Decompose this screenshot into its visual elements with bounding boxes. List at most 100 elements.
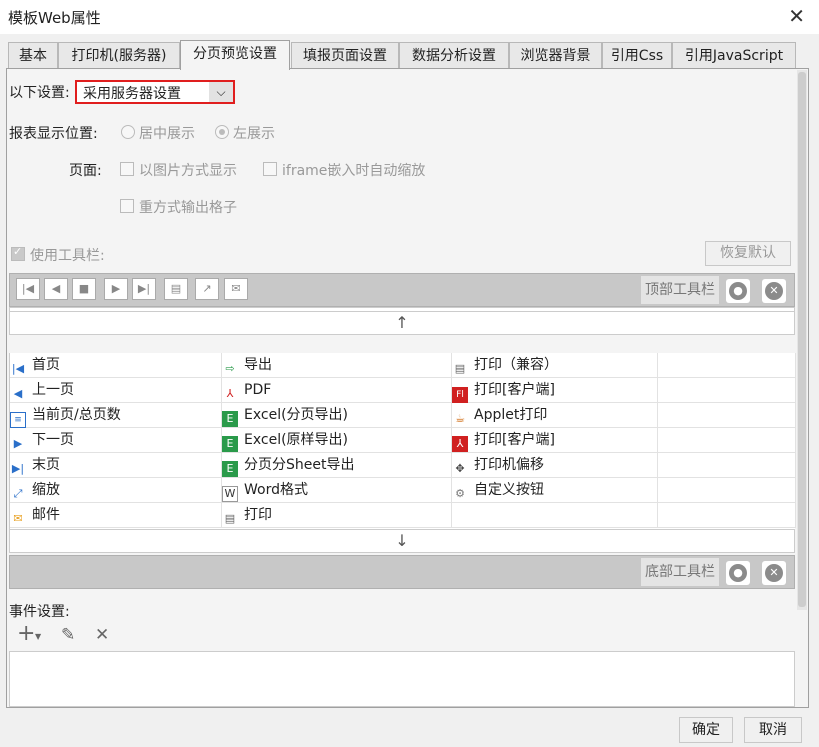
list-item-empty: [658, 478, 796, 503]
list-item[interactable]: E Excel(分页导出): [222, 403, 452, 428]
next-page-icon[interactable]: ▶: [104, 278, 128, 300]
list-item-label: 导出: [244, 357, 272, 373]
scrollbar-thumb[interactable]: [798, 72, 806, 607]
top-toolbar: |◀ ◀ ■ ▶ ▶| ▤ ↗ ✉ 顶部工具栏 ● ✕: [9, 273, 795, 307]
checkbox-use-toolbar[interactable]: 使用工具栏:: [11, 245, 105, 265]
print-icon[interactable]: ▤: [164, 278, 188, 300]
export-icon: ⇨: [225, 362, 235, 375]
top-toolbar-label: 顶部工具栏: [641, 276, 719, 304]
export-icon[interactable]: ↗: [195, 278, 219, 300]
settings-label: 以下设置:: [9, 85, 70, 101]
edit-icon[interactable]: ✎: [61, 625, 75, 645]
radio-left-label: 左展示: [233, 126, 275, 142]
mail-icon: ✉: [13, 512, 23, 525]
prev-page-icon: ◀: [13, 387, 23, 400]
mail-icon[interactable]: ✉: [224, 278, 248, 300]
tab-printer-server[interactable]: 打印机(服务器): [58, 42, 180, 68]
checkbox-box: [11, 245, 25, 261]
list-item-label: PDF: [244, 382, 272, 398]
checkbox-iframe-zoom[interactable]: iframe嵌入时自动缩放: [263, 160, 425, 180]
checkbox-image-display-label: 以图片方式显示: [139, 163, 237, 179]
events-label: 事件设置:: [9, 604, 70, 620]
tab-basic[interactable]: 基本: [8, 42, 58, 68]
list-item[interactable]: ◀ 上一页: [10, 378, 222, 403]
chevron-down-icon[interactable]: ▼: [35, 632, 41, 641]
list-item-label: 打印[客户端]: [474, 382, 555, 398]
ok-button[interactable]: 确定: [679, 717, 733, 743]
list-item-label: 首页: [32, 357, 60, 373]
page-count-icon: ≡: [10, 412, 26, 428]
list-item[interactable]: |◀ 首页: [10, 353, 222, 378]
list-item[interactable]: W Word格式: [222, 478, 452, 503]
tab-pagination-preview[interactable]: 分页预览设置: [180, 40, 290, 70]
list-item[interactable]: ⅄ PDF: [222, 378, 452, 403]
top-toolbar-clear-button[interactable]: ✕: [762, 279, 786, 303]
checkbox-heavy-output-label: 重方式输出格子: [139, 200, 237, 216]
radio-center[interactable]: 居中展示: [121, 123, 195, 143]
gear-icon: ●: [729, 564, 747, 582]
close-icon[interactable]: ✕: [788, 4, 805, 28]
flash-print-icon: Fl: [452, 387, 468, 403]
stop-icon[interactable]: ■: [72, 278, 96, 300]
cancel-button[interactable]: 取消: [744, 717, 802, 743]
list-item[interactable]: ✥ 打印机偏移: [452, 453, 658, 478]
close-circle-icon: ✕: [765, 564, 783, 582]
pdf-print-icon: ⅄: [452, 436, 468, 452]
tab-css[interactable]: 引用Css: [602, 42, 672, 68]
tab-fill-page[interactable]: 填报页面设置: [291, 42, 399, 68]
close-circle-icon: ✕: [765, 282, 783, 300]
tab-browser-background[interactable]: 浏览器背景: [509, 42, 602, 68]
tab-javascript[interactable]: 引用JavaScript: [672, 42, 796, 68]
list-item[interactable]: E 分页分Sheet导出: [222, 453, 452, 478]
window-title: 模板Web属性: [8, 9, 101, 27]
bottom-toolbar-settings-button[interactable]: ●: [726, 561, 750, 585]
events-list[interactable]: [9, 651, 795, 707]
first-page-icon[interactable]: |◀: [16, 278, 40, 300]
add-icon[interactable]: +: [17, 621, 35, 646]
move-down-button[interactable]: ↓: [9, 529, 795, 553]
list-item[interactable]: ⚙ 自定义按钮: [452, 478, 658, 503]
page-label: 页面:: [69, 163, 102, 179]
list-item[interactable]: ▤ 打印（兼容）: [452, 353, 658, 378]
list-item[interactable]: E Excel(原样导出): [222, 428, 452, 453]
list-item-empty: [658, 428, 796, 453]
checkbox-image-display[interactable]: 以图片方式显示: [120, 160, 237, 180]
delete-icon[interactable]: ✕: [95, 625, 109, 645]
list-item[interactable]: ▤ 打印: [222, 503, 452, 528]
checkbox-heavy-output[interactable]: 重方式输出格子: [120, 197, 237, 217]
settings-select[interactable]: 采用服务器设置 ⌵: [75, 80, 235, 104]
bottom-toolbar: 底部工具栏 ● ✕: [9, 555, 795, 589]
bottom-toolbar-clear-button[interactable]: ✕: [762, 561, 786, 585]
list-item-label: Excel(分页导出): [244, 407, 349, 423]
radio-left[interactable]: 左展示: [215, 123, 275, 143]
tab-data-analysis[interactable]: 数据分析设置: [399, 42, 509, 68]
prev-page-icon[interactable]: ◀: [44, 278, 68, 300]
list-item[interactable]: Fl 打印[客户端]: [452, 378, 658, 403]
list-item-empty: [658, 503, 796, 528]
list-item-label: Excel(原样导出): [244, 432, 349, 448]
list-item-label: 打印[客户端]: [474, 432, 555, 448]
list-item[interactable]: ⅄ 打印[客户端]: [452, 428, 658, 453]
move-up-button[interactable]: ↑: [9, 311, 795, 335]
gear-icon: ⚙: [455, 487, 465, 500]
list-item[interactable]: ≡ 当前页/总页数: [10, 403, 222, 428]
list-item[interactable]: ⇨ 导出: [222, 353, 452, 378]
list-item-label: 当前页/总页数: [32, 407, 121, 423]
list-item-empty: [658, 403, 796, 428]
list-item[interactable]: ▶| 末页: [10, 453, 222, 478]
chevron-down-icon[interactable]: ⌵: [209, 82, 233, 102]
scrollbar[interactable]: [797, 70, 807, 610]
list-item[interactable]: ▶ 下一页: [10, 428, 222, 453]
list-item[interactable]: ☕ Applet打印: [452, 403, 658, 428]
list-item[interactable]: ✉ 邮件: [10, 503, 222, 528]
last-page-icon[interactable]: ▶|: [132, 278, 156, 300]
print-icon: ▤: [454, 362, 466, 375]
list-item-label: 打印机偏移: [474, 457, 544, 473]
arrow-down-icon: ↓: [395, 531, 409, 550]
list-item-label: 打印: [244, 507, 272, 523]
list-item-label: 自定义按钮: [474, 482, 544, 498]
list-item[interactable]: ⤢ 缩放: [10, 478, 222, 503]
applet-print-icon: ☕: [455, 412, 465, 425]
top-toolbar-settings-button[interactable]: ●: [726, 279, 750, 303]
restore-default-button[interactable]: 恢复默认: [705, 241, 791, 266]
